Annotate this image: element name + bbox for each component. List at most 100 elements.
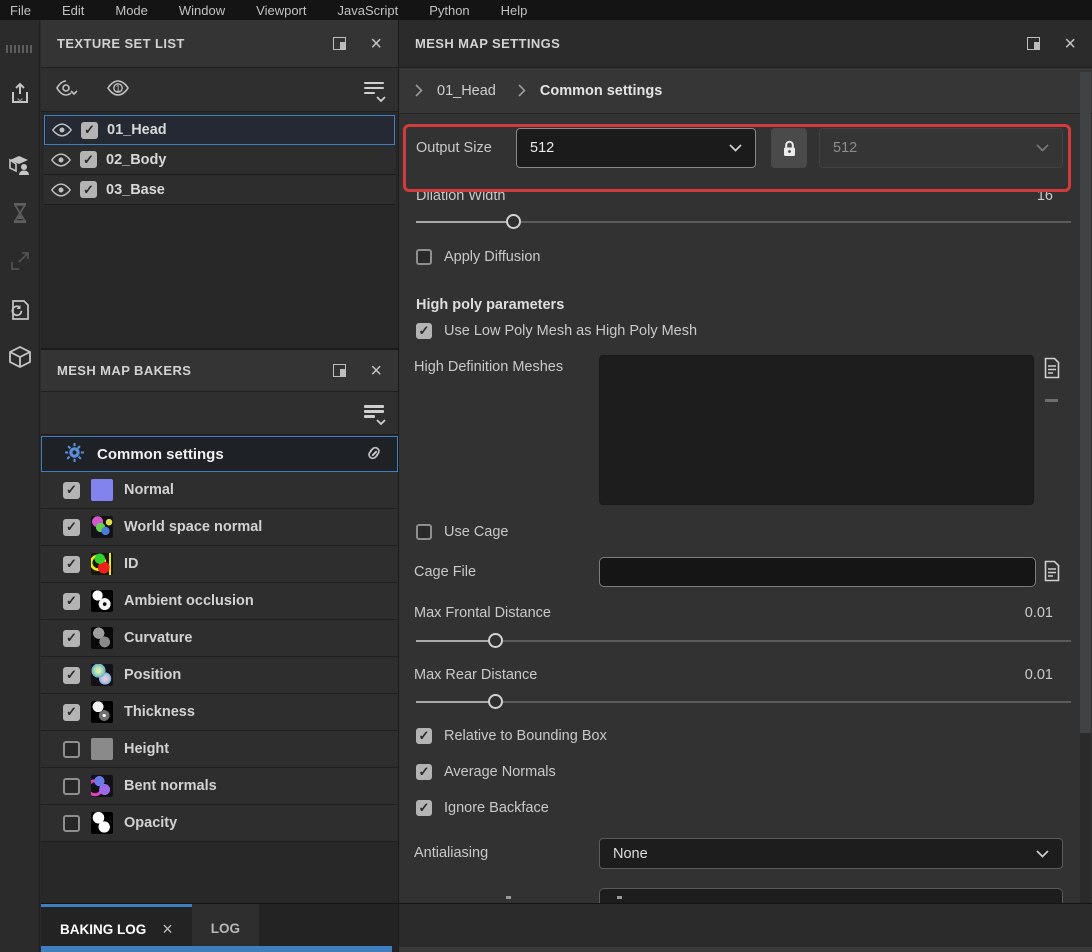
tab-label: BAKING LOG (60, 922, 147, 937)
mesh-person-icon[interactable] (7, 152, 33, 178)
ignore-backface-checkbox[interactable]: ✓ (416, 800, 432, 816)
baker-checkbox[interactable]: ✓ (63, 518, 80, 536)
list-filter-icon[interactable] (364, 81, 386, 102)
baker-row-height[interactable]: Height (41, 731, 398, 768)
opacity-icon (91, 812, 113, 834)
output-size-select[interactable]: 512 (516, 128, 756, 168)
app-window: File Edit Mode Window Viewport JavaScrip… (0, 0, 1092, 952)
max-rear-distance-slider[interactable] (416, 694, 1071, 710)
use-cage-checkbox[interactable] (416, 524, 432, 540)
antialiasing-select[interactable]: None (599, 838, 1063, 869)
baker-row-opacity[interactable]: Opacity (41, 805, 398, 842)
dilation-width-slider[interactable] (416, 214, 1071, 230)
baker-checkbox[interactable]: ✓ (63, 629, 80, 647)
baker-row-curvature[interactable]: ✓ Curvature (41, 620, 398, 657)
menu-window[interactable]: Window (179, 3, 225, 18)
texture-set-row-03-base[interactable]: ✓ 03_Base (44, 175, 395, 205)
chevron-down-icon (1036, 849, 1049, 858)
common-settings-row[interactable]: Common settings (41, 436, 398, 472)
baker-checkbox[interactable] (63, 814, 80, 832)
tab-log[interactable]: LOG (191, 904, 260, 952)
baker-checkbox[interactable] (63, 777, 80, 795)
texture-set-toolbar: 1 (41, 68, 398, 112)
baker-checkbox[interactable]: ✓ (63, 703, 80, 721)
baker-row-normal[interactable]: ✓ Normal (41, 472, 398, 509)
menu-javascript[interactable]: JavaScript (337, 3, 398, 18)
menu-help[interactable]: Help (501, 3, 528, 18)
breadcrumb-texture-set[interactable]: 01_Head (437, 83, 496, 99)
texture-set-label: 01_Head (107, 122, 167, 138)
apply-diffusion-checkbox[interactable] (416, 249, 432, 265)
cage-file-input[interactable] (599, 557, 1036, 587)
average-normals-label: Average Normals (444, 764, 556, 780)
remove-mesh-button[interactable] (1045, 399, 1058, 402)
expand-icon (7, 248, 33, 274)
slider-handle[interactable] (488, 633, 503, 648)
texture-set-label: 03_Base (106, 181, 165, 198)
average-normals-checkbox[interactable]: ✓ (416, 764, 432, 780)
max-frontal-distance-slider[interactable] (416, 633, 1071, 649)
scrollbar-thumb[interactable] (1080, 72, 1091, 733)
file-browse-icon[interactable] (1043, 357, 1061, 382)
slider-handle[interactable] (506, 214, 521, 229)
breadcrumb-common-settings[interactable]: Common settings (540, 83, 662, 99)
file-browse-icon[interactable] (1043, 560, 1061, 585)
texture-set-checkbox[interactable]: ✓ (81, 121, 98, 139)
texture-set-checkbox[interactable]: ✓ (80, 181, 97, 198)
close-icon[interactable]: × (370, 34, 382, 54)
texture-set-checkbox[interactable]: ✓ (80, 151, 97, 168)
menu-edit[interactable]: Edit (62, 3, 84, 18)
baker-label: Height (124, 741, 170, 757)
export-icon[interactable] (7, 82, 33, 108)
baker-checkbox[interactable]: ✓ (63, 666, 80, 684)
close-icon[interactable]: × (162, 919, 173, 940)
bent-normals-icon (91, 775, 113, 797)
gear-icon (64, 442, 85, 466)
texture-set-rows: ✓ 01_Head ✓ 02_Body ✓ 03_Base (41, 112, 398, 205)
baker-checkbox[interactable]: ✓ (63, 481, 80, 499)
link-icon[interactable] (363, 443, 385, 466)
texture-set-row-02-body[interactable]: ✓ 02_Body (44, 145, 395, 175)
baker-checkbox[interactable]: ✓ (63, 592, 80, 610)
menu-mode[interactable]: Mode (115, 3, 148, 18)
antialiasing-value: None (613, 845, 648, 862)
eye-icon[interactable] (52, 123, 72, 137)
eye-icon[interactable] (51, 152, 71, 167)
toolbar-grip-handle[interactable] (6, 45, 34, 53)
solo-view-icon[interactable]: 1 (105, 77, 131, 102)
eye-icon[interactable] (51, 182, 71, 197)
close-icon[interactable]: × (370, 361, 382, 381)
baker-checkbox[interactable] (63, 740, 80, 758)
visibility-mode-icon[interactable] (55, 77, 81, 102)
close-icon[interactable]: × (1064, 34, 1076, 54)
baker-row-ambient-occlusion[interactable]: ✓ Ambient occlusion (41, 583, 398, 620)
tab-baking-log[interactable]: BAKING LOG × (41, 904, 192, 952)
menu-file[interactable]: File (10, 3, 31, 18)
baker-row-bent-normals[interactable]: Bent normals (41, 768, 398, 805)
slider-handle[interactable] (488, 694, 503, 709)
texture-set-list-panel: TEXTURE SET LIST × 1 ✓ 01_Head ✓ 02_Body… (41, 20, 398, 348)
high-definition-meshes-field[interactable] (599, 355, 1034, 505)
baker-row-thickness[interactable]: ✓ Thickness (41, 694, 398, 731)
baker-row-position[interactable]: ✓ Position (41, 657, 398, 694)
lock-ratio-button[interactable] (771, 128, 807, 168)
menu-viewport[interactable]: Viewport (256, 3, 306, 18)
menu-python[interactable]: Python (429, 3, 469, 18)
baker-row-id[interactable]: ✓ ID (41, 546, 398, 583)
bakers-toolbar (41, 392, 398, 435)
texture-set-row-01-head[interactable]: ✓ 01_Head (44, 115, 395, 145)
svg-text:1: 1 (115, 84, 120, 94)
output-size-height-select: 512 (819, 128, 1063, 168)
reload-icon[interactable] (7, 297, 33, 323)
float-panel-icon[interactable] (1027, 37, 1041, 50)
cube-icon[interactable] (7, 344, 33, 370)
use-cage-label: Use Cage (444, 524, 509, 540)
list-filter-icon[interactable] (364, 405, 386, 426)
relative-to-bounding-box-checkbox[interactable]: ✓ (416, 728, 432, 744)
float-panel-icon[interactable] (333, 364, 347, 377)
baker-checkbox[interactable]: ✓ (63, 555, 80, 573)
baker-row-world-space-normal[interactable]: ✓ World space normal (41, 509, 398, 546)
float-panel-icon[interactable] (333, 37, 347, 50)
world-space-normal-icon (91, 516, 113, 538)
use-low-poly-checkbox[interactable]: ✓ (416, 323, 432, 339)
